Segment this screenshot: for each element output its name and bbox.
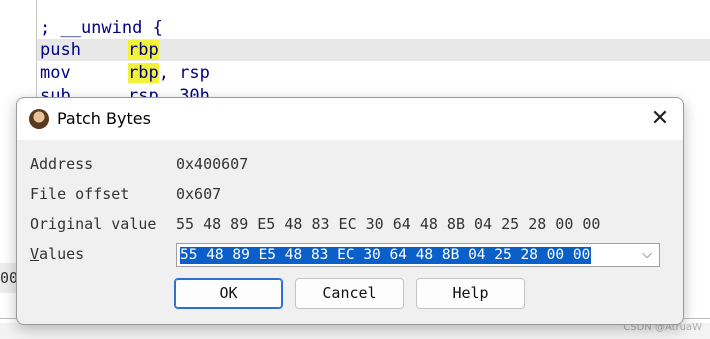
address-value: 0x400607 — [176, 155, 249, 173]
file-offset-label: File offset — [30, 185, 130, 203]
code-mnemonic: mov — [40, 63, 71, 83]
dialog-titlebar[interactable]: Patch Bytes ✕ — [17, 98, 683, 140]
code-operand-highlighted: rbp — [128, 63, 159, 83]
code-operand-rest: , rsp — [158, 63, 210, 83]
patch-bytes-dialog: Patch Bytes ✕ Address 0x400607 File offs… — [16, 97, 684, 325]
app-icon — [29, 109, 49, 129]
file-offset-value: 0x607 — [176, 185, 222, 203]
original-value: 55 48 89 E5 48 83 EC 30 64 48 8B 04 25 2… — [176, 215, 601, 233]
ok-button[interactable]: OK — [174, 278, 283, 309]
code-line-unwind[interactable]: ; __unwind { — [40, 17, 163, 39]
code-line-mov[interactable]: mov rbp, rsp — [40, 62, 210, 84]
close-button[interactable]: ✕ — [643, 103, 677, 135]
values-label-rest: alues — [39, 245, 85, 263]
address-label: Address — [30, 155, 94, 173]
values-combobox[interactable]: 55 48 89 E5 48 83 EC 30 64 48 8B 04 25 2… — [176, 243, 660, 267]
dialog-title: Patch Bytes — [57, 109, 151, 128]
code-comment: ; __unwind { — [40, 18, 163, 38]
chevron-down-icon[interactable]: ⌵ — [639, 246, 655, 264]
cancel-button[interactable]: Cancel — [295, 278, 404, 309]
values-label: Values — [30, 242, 84, 266]
status-bar — [0, 323, 710, 339]
code-operand-highlighted: rbp — [128, 40, 159, 60]
original-value-label: Original value — [30, 215, 157, 233]
help-button[interactable]: Help — [416, 278, 525, 309]
code-mnemonic: push — [40, 40, 81, 60]
values-label-accelerator: V — [30, 245, 40, 263]
values-input-selected-text[interactable]: 55 48 89 E5 48 83 EC 30 64 48 8B 04 25 2… — [180, 247, 592, 264]
code-line-push[interactable]: push rbp — [37, 39, 710, 61]
